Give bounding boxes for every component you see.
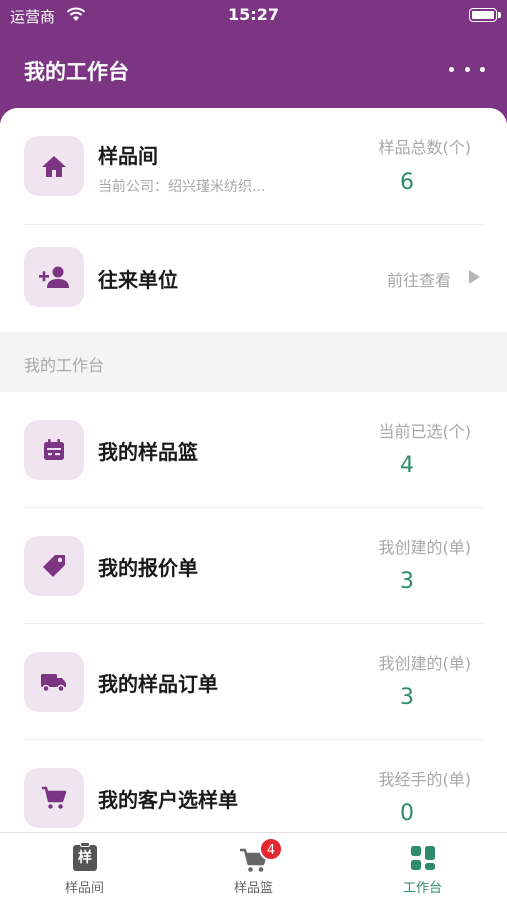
handled-count-value: 0 xyxy=(400,801,414,826)
dashboard-icon xyxy=(411,846,435,870)
content-panel: 样品间 当前公司：绍兴瑾米纺织... 样品总数(个) 6 往来单位 前往查看 我… xyxy=(0,108,507,832)
tab-label: 样品篮 xyxy=(233,881,273,896)
sample-order-title: 我的样品订单 xyxy=(98,672,218,696)
clock: 15:27 xyxy=(228,5,279,24)
more-button[interactable] xyxy=(449,57,485,81)
selected-count-label: 当前已选(个) xyxy=(378,422,472,441)
sample-order-row[interactable]: 我的样品订单 我创建的(单) 3 xyxy=(0,624,507,739)
customer-selection-row[interactable]: 我的客户选样单 我经手的(单) 0 xyxy=(0,740,507,832)
quotation-title: 我的报价单 xyxy=(98,556,198,580)
customer-selection-title: 我的客户选样单 xyxy=(98,788,238,812)
home-icon xyxy=(24,136,84,196)
sample-basket-title: 我的样品篮 xyxy=(98,440,198,464)
page-title: 我的工作台 xyxy=(24,60,129,84)
sample-basket-row[interactable]: 我的样品篮 当前已选(个) 4 xyxy=(0,392,507,507)
sample-total-label: 样品总数(个) xyxy=(378,138,472,157)
cart-icon xyxy=(24,768,84,828)
status-bar: 运营商 15:27 xyxy=(0,0,507,30)
battery-icon xyxy=(469,8,501,22)
tab-workbench[interactable]: 工作台 xyxy=(338,833,507,900)
contacts-row[interactable]: 往来单位 前往查看 xyxy=(0,225,507,332)
truck-icon xyxy=(24,652,84,712)
tab-label: 样品间 xyxy=(64,881,104,896)
tab-label: 工作台 xyxy=(402,881,442,896)
contacts-title: 往来单位 xyxy=(98,268,178,292)
sample-total-value: 6 xyxy=(400,170,414,195)
order-created-value: 3 xyxy=(400,685,414,710)
selected-count-value: 4 xyxy=(400,453,414,478)
tab-sample-basket[interactable]: 4 样品篮 xyxy=(169,833,338,900)
handled-count-label: 我经手的(单) xyxy=(378,770,472,789)
cart-badge: 4 xyxy=(259,837,283,861)
more-dots-icon xyxy=(449,66,454,72)
view-link[interactable]: 前往查看 xyxy=(387,267,451,291)
quotation-row[interactable]: 我的报价单 我创建的(单) 3 xyxy=(0,508,507,623)
quotation-created-value: 3 xyxy=(400,569,414,594)
tab-bar: 样 样品间 4 样品篮 工作台 xyxy=(0,832,507,900)
tab-sample-room[interactable]: 样 样品间 xyxy=(0,833,169,900)
section-header: 我的工作台 xyxy=(0,332,507,392)
calendar-icon xyxy=(24,420,84,480)
play-arrow-icon xyxy=(469,270,480,284)
nav-bar: 我的工作台 xyxy=(0,30,507,110)
sample-icon: 样 xyxy=(73,842,97,871)
quotation-created-label: 我创建的(单) xyxy=(378,538,472,557)
sample-room-row[interactable]: 样品间 当前公司：绍兴瑾米纺织... 样品总数(个) 6 xyxy=(0,108,507,224)
tag-icon xyxy=(24,536,84,596)
sample-room-title: 样品间 xyxy=(98,144,158,168)
add-person-icon xyxy=(24,247,84,307)
order-created-label: 我创建的(单) xyxy=(378,654,472,673)
section-title: 我的工作台 xyxy=(24,356,105,375)
current-company-label: 当前公司：绍兴瑾米纺织... xyxy=(98,179,266,195)
